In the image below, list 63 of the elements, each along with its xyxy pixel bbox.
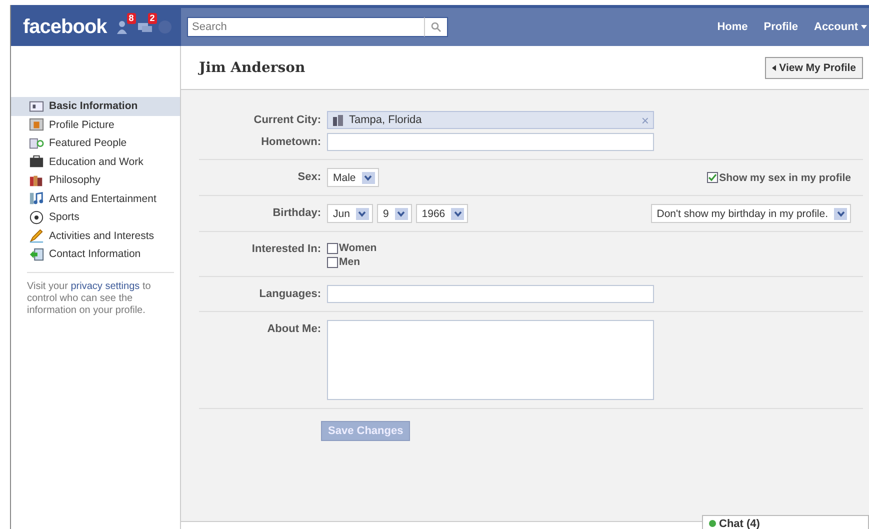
- briefcase-icon: [29, 154, 44, 170]
- input-field[interactable]: [327, 133, 654, 151]
- about-field[interactable]: [327, 320, 654, 400]
- checkbox-label: Men: [339, 256, 360, 268]
- photo-icon: [29, 117, 44, 132]
- checkbox[interactable]: [707, 172, 718, 183]
- city-field[interactable]: Tampa, Florida ×: [327, 111, 654, 129]
- privacy-link[interactable]: privacy settings: [70, 280, 140, 292]
- sidebar-item[interactable]: Featured People: [11, 134, 180, 152]
- field-label: Hometown:: [260, 135, 322, 150]
- dropdown[interactable]: 9: [376, 204, 412, 223]
- search-button[interactable]: [424, 17, 448, 37]
- checkbox-label: Show my sex in my profile: [719, 172, 851, 184]
- input-field[interactable]: [327, 285, 654, 303]
- contact-card-icon: [29, 246, 44, 262]
- caret-icon: [356, 208, 369, 220]
- field-label: Languages:: [258, 287, 322, 302]
- messages-icon[interactable]: [136, 20, 153, 34]
- city-icon: [332, 114, 345, 126]
- caret-icon: [394, 208, 408, 220]
- field-label: Birthday:: [272, 206, 322, 221]
- notification-badge: 8: [126, 13, 136, 24]
- dropdown[interactable]: 1966: [416, 204, 468, 223]
- online-icon: [709, 520, 716, 527]
- checkbox-label: Women: [339, 242, 377, 254]
- sidebar-item[interactable]: Sports: [11, 208, 180, 226]
- caret-icon: [834, 208, 847, 220]
- sidebar-item[interactable]: Profile Picture: [11, 116, 180, 134]
- field-label: Interested In:: [250, 242, 322, 257]
- field-label: Sex:: [296, 170, 322, 185]
- dropdown[interactable]: Jun: [327, 204, 373, 223]
- nav-link[interactable]: Account: [814, 21, 867, 33]
- pencil-icon: [29, 228, 44, 244]
- privacy-note: Visit your privacy settings to control who can see the information on your profile.: [27, 272, 174, 316]
- sidebar-item[interactable]: Education and Work: [11, 152, 180, 171]
- caret-icon: [451, 208, 464, 220]
- dropdown[interactable]: Don't show my birthday in my profile.: [650, 204, 851, 223]
- page-title: Jim Anderson: [199, 60, 306, 76]
- card-icon: [29, 98, 44, 114]
- search-field[interactable]: Search: [187, 17, 424, 37]
- dropdown[interactable]: Male: [327, 168, 379, 187]
- chat-tab[interactable]: Chat (4): [702, 515, 869, 529]
- view-profile-button[interactable]: View My Profile: [765, 56, 863, 78]
- checkbox[interactable]: [327, 242, 338, 254]
- sidebar-item[interactable]: Arts and Entertainment: [11, 190, 180, 208]
- music-icon: [29, 191, 44, 206]
- field-label: Current City:: [252, 113, 322, 128]
- sidebar-item[interactable]: Philosophy: [11, 171, 180, 190]
- caret-icon: [772, 64, 776, 70]
- field-label: About Me:: [266, 322, 322, 337]
- sidebar-item[interactable]: Basic Information: [11, 97, 180, 116]
- notification-badge: 2: [148, 13, 157, 24]
- sidebar-item[interactable]: Contact Information: [11, 245, 180, 264]
- nav-link[interactable]: Home: [717, 21, 748, 33]
- sidebar-item[interactable]: Activities and Interests: [11, 226, 180, 245]
- caret-icon: [362, 172, 375, 184]
- search-icon[interactable]: [431, 22, 441, 32]
- checkbox[interactable]: [327, 256, 338, 268]
- people-icon: [29, 136, 44, 151]
- ball-icon: [29, 210, 44, 225]
- caret-icon: [861, 25, 867, 29]
- logo[interactable]: facebook: [23, 16, 107, 38]
- nav-link[interactable]: Profile: [764, 21, 798, 33]
